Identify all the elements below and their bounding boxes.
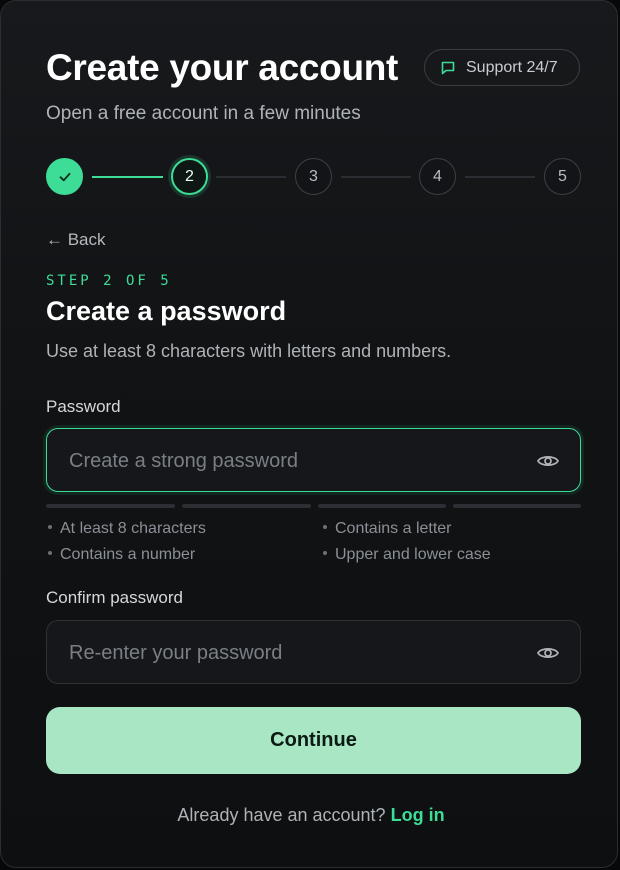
- page-subtitle: Open a free account in a few minutes: [46, 103, 361, 124]
- bullet-icon: [48, 524, 52, 529]
- eye-icon[interactable]: [536, 449, 560, 473]
- step-connector-2: [216, 176, 286, 178]
- requirement-item: Contains a letter: [323, 520, 452, 538]
- step-eyebrow: STEP 2 OF 5: [46, 273, 172, 289]
- step-1-indicator: [46, 158, 83, 195]
- requirement-text: At least 8 characters: [60, 520, 206, 537]
- password-field: [46, 428, 581, 493]
- step-connector-4: [465, 176, 535, 178]
- strength-segment: [453, 504, 581, 508]
- support-button[interactable]: Support 24/7: [424, 49, 580, 86]
- login-prompt: Already have an account? Log in: [1, 805, 620, 826]
- step-connector-1: [92, 176, 163, 178]
- strength-segment: [182, 504, 311, 508]
- bullet-icon: [323, 550, 327, 555]
- step-4-indicator: 4: [419, 158, 456, 195]
- page-title: Create your account: [46, 47, 399, 88]
- requirement-item: At least 8 characters: [48, 520, 206, 538]
- requirement-text: Upper and lower case: [335, 546, 491, 563]
- step-2-indicator: 2: [171, 158, 208, 195]
- continue-button[interactable]: Continue: [46, 707, 581, 774]
- confirm-password-label: Confirm password: [46, 588, 183, 607]
- step-5-indicator: 5: [544, 158, 581, 195]
- requirement-item: Contains a number: [48, 546, 195, 564]
- section-description: Use at least 8 characters with letters a…: [46, 341, 452, 361]
- check-icon: [59, 172, 70, 181]
- strength-segment: [318, 504, 446, 508]
- step-connector-3: [341, 176, 411, 178]
- step-3-indicator: 3: [295, 158, 332, 195]
- back-link[interactable]: ← Back: [46, 230, 106, 250]
- section-heading: Create a password: [46, 296, 287, 326]
- chat-bubble-icon: [441, 61, 455, 74]
- requirement-text: Contains a letter: [335, 520, 452, 537]
- confirm-password-input[interactable]: [67, 621, 511, 685]
- requirement-text: Contains a number: [60, 546, 196, 563]
- login-prompt-text: Already have an account?: [177, 805, 386, 825]
- eye-icon[interactable]: [536, 641, 560, 665]
- bullet-icon: [323, 524, 327, 529]
- bullet-icon: [48, 550, 52, 555]
- strength-segment: [46, 504, 175, 508]
- signup-card: Create your account Support 24/7 Open a …: [0, 0, 618, 868]
- confirm-password-field: [46, 620, 581, 685]
- support-label: Support 24/7: [466, 58, 558, 76]
- password-label: Password: [46, 397, 121, 416]
- login-link[interactable]: Log in: [391, 805, 445, 825]
- password-input[interactable]: [67, 429, 511, 493]
- requirement-item: Upper and lower case: [323, 546, 491, 564]
